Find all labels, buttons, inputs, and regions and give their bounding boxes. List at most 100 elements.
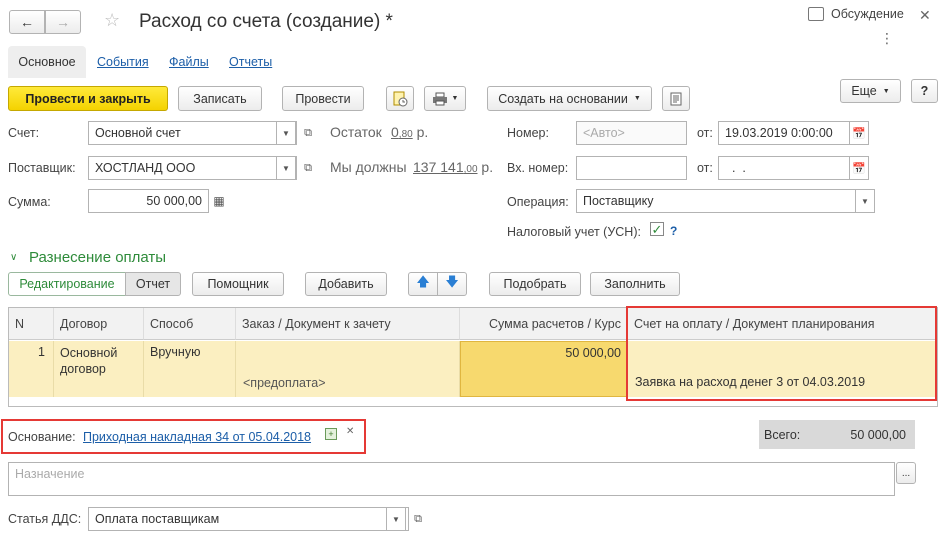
add-button[interactable]: Добавить xyxy=(305,272,387,296)
help-button[interactable]: ? xyxy=(911,79,938,103)
tax-help-icon[interactable]: ? xyxy=(670,224,677,238)
save-button[interactable]: Записать xyxy=(178,86,262,111)
fill-button[interactable]: Заполнить xyxy=(590,272,680,296)
cell-method[interactable]: Вручную xyxy=(144,341,236,397)
dds-open-icon[interactable]: ⧉ xyxy=(408,509,428,529)
total-value: 50 000,00 xyxy=(850,428,906,442)
back-button[interactable]: ← xyxy=(9,10,45,34)
report-button[interactable] xyxy=(662,86,690,111)
operation-dropdown-button[interactable]: ▼ xyxy=(855,189,875,213)
date-field[interactable]: 19.03.2019 0:00:00 xyxy=(718,121,850,145)
we-owe-int: 137 141 xyxy=(413,159,464,175)
move-down-button[interactable]: 🡇 xyxy=(437,272,467,296)
column-header-contract[interactable]: Договор xyxy=(54,308,144,340)
method-value: Вручную xyxy=(150,345,201,359)
supplier-open-icon[interactable]: ⧉ xyxy=(298,158,318,178)
discussion-icon[interactable] xyxy=(808,7,824,21)
chevron-down-icon: ▼ xyxy=(882,87,890,95)
tax-label: Налоговый учет (УСН): xyxy=(507,225,641,239)
cell-order[interactable]: <предоплата> xyxy=(236,341,460,397)
chevron-down-icon[interactable]: ∨ xyxy=(10,252,17,263)
dds-dropdown-button[interactable]: ▼ xyxy=(386,507,406,531)
account-value: Основной счет xyxy=(95,126,181,140)
purpose-placeholder: Назначение xyxy=(15,467,85,481)
dds-label: Статья ДДС: xyxy=(8,512,82,526)
we-owe-label: Мы должны xyxy=(330,159,407,175)
star-icon[interactable]: ☆ xyxy=(104,10,120,31)
sum-label: Сумма: xyxy=(8,195,51,209)
tab-editing[interactable]: Редактирование xyxy=(8,272,126,296)
cell-amount[interactable]: 50 000,00 xyxy=(460,341,628,397)
check-icon: ✓ xyxy=(651,221,663,237)
column-header-amount[interactable]: Сумма расчетов / Курс xyxy=(460,308,628,340)
clear-icon[interactable]: ✕ xyxy=(346,426,354,437)
section-title-allocation[interactable]: Разнесение оплаты xyxy=(29,249,166,266)
in-date-from-label: от: xyxy=(697,161,713,175)
purpose-textarea[interactable]: Назначение xyxy=(8,462,895,496)
column-header-n[interactable]: N xyxy=(9,308,54,340)
tab-events[interactable]: События xyxy=(97,55,149,69)
header-label: Договор xyxy=(60,316,108,331)
move-up-button[interactable]: 🡅 xyxy=(408,272,438,296)
close-icon[interactable]: ✕ xyxy=(919,7,931,24)
balance-value[interactable]: 0,80 р. xyxy=(391,124,428,140)
cell-n[interactable]: 1 xyxy=(9,341,54,397)
amount-value: 50 000,00 xyxy=(565,346,621,360)
header-label: N xyxy=(15,316,25,331)
purpose-edit-button[interactable]: ... xyxy=(896,462,916,484)
tab-files[interactable]: Файлы xyxy=(169,55,209,69)
menu-dots-icon[interactable]: ⋮ xyxy=(880,30,895,47)
number-field[interactable]: <Авто> xyxy=(576,121,687,145)
account-label: Счет: xyxy=(8,126,40,140)
supplier-label: Поставщик: xyxy=(8,161,76,175)
in-number-label: Вх. номер: xyxy=(507,161,569,175)
calculator-icon[interactable]: ▦ xyxy=(209,191,229,211)
operation-field[interactable]: Поставщику xyxy=(576,189,875,213)
in-date-field[interactable]: . . xyxy=(718,156,850,180)
sum-field[interactable]: 50 000,00 xyxy=(88,189,209,213)
supplier-dropdown-button[interactable]: ▼ xyxy=(276,156,296,180)
post-button[interactable]: Провести xyxy=(282,86,364,111)
create-based-button[interactable]: Создать на основании ▼ xyxy=(487,86,652,111)
column-header-method[interactable]: Способ xyxy=(144,308,236,340)
number-placeholder: <Авто> xyxy=(583,126,625,140)
date-calendar-button[interactable]: 📅 xyxy=(849,121,869,145)
total-panel: Всего: 50 000,00 xyxy=(759,420,915,449)
column-header-order[interactable]: Заказ / Документ к зачету xyxy=(236,308,460,340)
account-open-icon[interactable]: ⧉ xyxy=(298,123,318,143)
document-clock-button[interactable] xyxy=(386,86,414,111)
number-label: Номер: xyxy=(507,126,549,140)
open-document-icon[interactable]: + xyxy=(325,428,337,440)
row-number: 1 xyxy=(38,345,45,359)
in-date-calendar-button[interactable]: 📅 xyxy=(849,156,869,180)
in-number-field[interactable] xyxy=(576,156,687,180)
forward-button[interactable]: → xyxy=(45,10,81,34)
tab-report[interactable]: Отчет xyxy=(125,272,181,296)
we-owe-value[interactable]: 137 141,00 р. xyxy=(413,159,493,175)
dds-field[interactable]: Оплата поставщикам xyxy=(88,507,409,531)
date-from-label: от: xyxy=(697,126,713,140)
we-owe-unit: р. xyxy=(481,159,494,175)
cell-contract[interactable]: Основной договор xyxy=(54,341,144,397)
tab-main[interactable]: Основное xyxy=(8,46,86,78)
post-and-close-button[interactable]: Провести и закрыть xyxy=(8,86,168,111)
assistant-button[interactable]: Помощник xyxy=(192,272,284,296)
supplier-value: ХОСТЛАНД ООО xyxy=(95,161,196,175)
total-label: Всего: xyxy=(764,428,801,442)
create-based-label: Создать на основании xyxy=(498,91,628,106)
account-field[interactable]: Основной счет xyxy=(88,121,297,145)
basis-link[interactable]: Приходная накладная 34 от 05.04.2018 xyxy=(83,430,311,444)
tax-checkbox[interactable]: ✓ xyxy=(650,222,664,236)
account-dropdown-button[interactable]: ▼ xyxy=(276,121,296,145)
print-button[interactable]: ▼ xyxy=(424,86,466,111)
order-subtext: <предоплата> xyxy=(243,376,326,390)
discussion-link[interactable]: Обсуждение xyxy=(831,7,904,21)
chevron-down-icon: ▼ xyxy=(451,95,459,102)
more-button[interactable]: Еще ▼ xyxy=(840,79,901,103)
supplier-field[interactable]: ХОСТЛАНД ООО xyxy=(88,156,297,180)
date-value: 19.03.2019 0:00:00 xyxy=(725,126,833,140)
arrow-up-icon: 🡅 xyxy=(416,274,430,289)
tab-reports[interactable]: Отчеты xyxy=(229,55,272,69)
balance-unit: р. xyxy=(416,124,429,140)
pick-button[interactable]: Подобрать xyxy=(489,272,581,296)
